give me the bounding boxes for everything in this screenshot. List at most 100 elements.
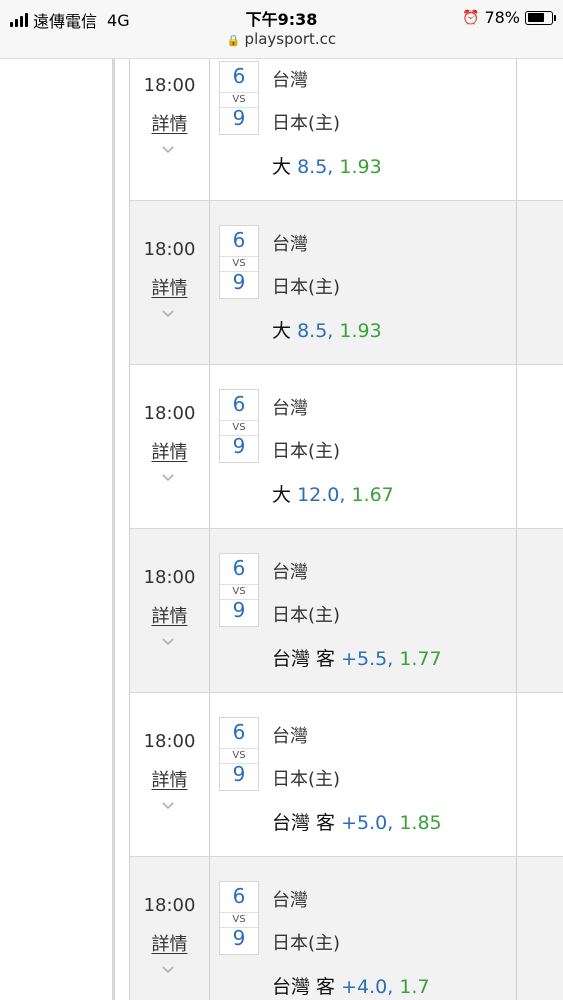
bet-line: 台灣 客 +5.0, 1.85 xyxy=(272,808,442,835)
bet-label: 台灣 客 xyxy=(272,812,336,834)
left-rail xyxy=(112,59,115,1000)
match-row: 18:00 詳情 6 VS 9 台灣 日本(主) 台灣 客 +4.0, 1.7 xyxy=(130,857,563,1000)
team-name: 台灣 xyxy=(272,234,308,255)
status-bar: 遠傳電信 4G 下午9:38 ⏰ 78% 🔒 playsport.cc xyxy=(0,0,563,59)
team-name: 日本(主) xyxy=(272,113,341,134)
team-name: 台灣 xyxy=(272,562,308,583)
time-column: 18:00 詳情 xyxy=(130,59,210,200)
match-row: 18:00 詳情 6 VS 9 台灣 日本(主) 大 12.0, 1.67 xyxy=(130,365,563,529)
chevron-down-icon[interactable] xyxy=(161,471,175,485)
detail-link[interactable]: 詳情 xyxy=(130,930,209,956)
score-box: 6 VS 9 xyxy=(219,717,259,791)
team-name: 日本(主) xyxy=(272,605,341,626)
score-box: 6 VS 9 xyxy=(219,553,259,627)
match-row: 18:00 詳情 6 VS 9 台灣 日本(主) 大 8.5, 1.93 xyxy=(130,59,563,201)
team-name: 日本(主) xyxy=(272,769,341,790)
away-score: 9 xyxy=(232,106,246,130)
match-time: 18:00 xyxy=(143,895,196,916)
team-name: 日本(主) xyxy=(272,933,341,954)
bet-odds: 1.77 xyxy=(399,648,442,670)
team-name: 台灣 xyxy=(272,726,308,747)
away-score: 9 xyxy=(232,762,246,786)
home-score: 6 xyxy=(232,64,246,88)
chevron-down-icon[interactable] xyxy=(161,307,175,321)
bet-odds: 1.85 xyxy=(399,812,442,834)
score-box: 6 VS 9 xyxy=(219,389,259,463)
battery-icon xyxy=(525,10,556,25)
home-score: 6 xyxy=(232,392,246,416)
detail-link[interactable]: 詳情 xyxy=(130,602,209,628)
battery-percent: 78% xyxy=(484,8,520,27)
match-time: 18:00 xyxy=(143,567,196,588)
column-divider xyxy=(516,59,517,200)
status-right: ⏰ 78% xyxy=(462,8,556,27)
detail-link[interactable]: 詳情 xyxy=(130,110,209,136)
home-score: 6 xyxy=(232,228,246,252)
bet-label: 大 xyxy=(272,320,292,342)
score-box: 6 VS 9 xyxy=(219,61,259,135)
team-name: 日本(主) xyxy=(272,441,341,462)
score-box: 6 VS 9 xyxy=(219,881,259,955)
bet-odds: 1.7 xyxy=(399,976,430,998)
team-name: 日本(主) xyxy=(272,277,341,298)
away-score: 9 xyxy=(232,270,246,294)
time-column: 18:00 詳情 xyxy=(130,365,210,528)
match-row: 18:00 詳情 6 VS 9 台灣 日本(主) 大 8.5, 1.93 xyxy=(130,201,563,365)
bet-line: 台灣 客 +4.0, 1.7 xyxy=(272,972,430,999)
bet-label: 大 xyxy=(272,484,292,506)
team-name: 台灣 xyxy=(272,70,308,91)
bet-odds: 1.67 xyxy=(351,484,394,506)
home-score: 6 xyxy=(232,556,246,580)
time-column: 18:00 詳情 xyxy=(130,857,210,1000)
column-divider xyxy=(516,365,517,528)
bet-line: 台灣 客 +5.5, 1.77 xyxy=(272,644,442,671)
team-name: 台灣 xyxy=(272,890,308,911)
match-row: 18:00 詳情 6 VS 9 台灣 日本(主) 台灣 客 +5.0, 1.85 xyxy=(130,693,563,857)
match-table: 18:00 詳情 6 VS 9 台灣 日本(主) 大 8.5, 1.93 18:… xyxy=(129,59,563,1000)
lock-icon: 🔒 xyxy=(226,34,241,47)
chevron-down-icon[interactable] xyxy=(161,143,175,157)
away-score: 9 xyxy=(232,434,246,458)
alarm-icon: ⏰ xyxy=(462,9,480,26)
bet-value: +4.0, xyxy=(341,976,394,998)
time-column: 18:00 詳情 xyxy=(130,201,210,364)
home-score: 6 xyxy=(232,720,246,744)
team-name: 台灣 xyxy=(272,398,308,419)
match-row: 18:00 詳情 6 VS 9 台灣 日本(主) 台灣 客 +5.5, 1.77 xyxy=(130,529,563,693)
column-divider xyxy=(516,857,517,1000)
address-bar[interactable]: 🔒 playsport.cc xyxy=(0,30,563,48)
bet-value: +5.5, xyxy=(341,648,394,670)
match-time: 18:00 xyxy=(143,403,196,424)
chevron-down-icon[interactable] xyxy=(161,799,175,813)
chevron-down-icon[interactable] xyxy=(161,635,175,649)
column-divider xyxy=(516,529,517,692)
bet-line: 大 8.5, 1.93 xyxy=(272,316,382,343)
away-score: 9 xyxy=(232,598,246,622)
bet-line: 大 12.0, 1.67 xyxy=(272,480,394,507)
bet-value: 12.0, xyxy=(297,484,346,506)
url-text: playsport.cc xyxy=(244,30,337,48)
detail-link[interactable]: 詳情 xyxy=(130,438,209,464)
bet-label: 台灣 客 xyxy=(272,976,336,998)
column-divider xyxy=(516,693,517,856)
bet-odds: 1.93 xyxy=(339,156,382,178)
chevron-down-icon[interactable] xyxy=(161,963,175,977)
time-column: 18:00 詳情 xyxy=(130,693,210,856)
bet-label: 大 xyxy=(272,156,292,178)
bet-label: 台灣 客 xyxy=(272,648,336,670)
match-page: 18:00 詳情 6 VS 9 台灣 日本(主) 大 8.5, 1.93 18:… xyxy=(0,59,563,1000)
detail-link[interactable]: 詳情 xyxy=(130,766,209,792)
score-box: 6 VS 9 xyxy=(219,225,259,299)
column-divider xyxy=(516,201,517,364)
home-score: 6 xyxy=(232,884,246,908)
bet-line: 大 8.5, 1.93 xyxy=(272,152,382,179)
bet-odds: 1.93 xyxy=(339,320,382,342)
bet-value: +5.0, xyxy=(341,812,394,834)
away-score: 9 xyxy=(232,926,246,950)
detail-link[interactable]: 詳情 xyxy=(130,274,209,300)
bet-value: 8.5, xyxy=(297,156,334,178)
match-time: 18:00 xyxy=(143,731,196,752)
time-column: 18:00 詳情 xyxy=(130,529,210,692)
match-time: 18:00 xyxy=(143,75,196,96)
match-time: 18:00 xyxy=(143,239,196,260)
